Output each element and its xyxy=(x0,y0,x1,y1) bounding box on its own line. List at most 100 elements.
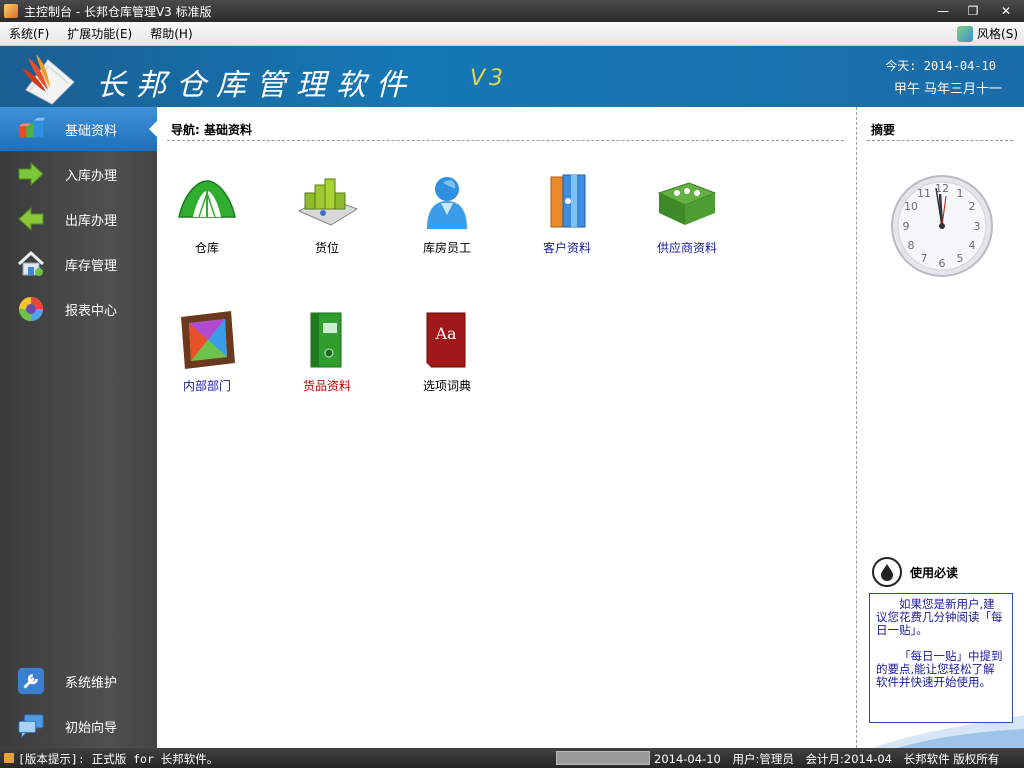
svg-text:8: 8 xyxy=(908,239,915,252)
tile-staff[interactable]: 库房员工 xyxy=(397,171,497,261)
close-icon: ✕ xyxy=(1000,4,1012,18)
divider xyxy=(167,140,844,141)
status-period: 会计月:2014-04 xyxy=(805,752,892,766)
sidebar-item-stock-out[interactable]: 出库办理 xyxy=(0,197,157,241)
sidebar-item-stock-in[interactable]: 入库办理 xyxy=(0,152,157,196)
minimize-button[interactable]: — xyxy=(928,0,958,22)
sidebar-item-reports[interactable]: 报表中心 xyxy=(0,287,157,331)
window-title: 主控制台 - 长邦仓库管理V3 标准版 xyxy=(24,4,212,19)
customer-icon xyxy=(550,174,586,228)
summary-panel: 摘要 12 1 2 345 678 9 10 11 使用必读 如果您是新用户,建议您花费… xyxy=(856,107,1024,748)
status-copyright: 长邦软件 版权所有 xyxy=(903,752,1000,766)
tile-customer[interactable]: 客户资料 xyxy=(517,171,617,261)
title-bar: 主控制台 - 长邦仓库管理V3 标准版 — ❐ ✕ xyxy=(0,0,1024,22)
page-title: 导航: 基础资料 xyxy=(171,123,252,137)
minimize-icon: — xyxy=(937,4,949,18)
dictionary-icon: Aa xyxy=(426,312,466,369)
tile-departments[interactable]: 内部部门 xyxy=(157,309,257,399)
arrow-left-icon xyxy=(17,205,45,233)
supplier-icon xyxy=(657,182,717,225)
tile-label: 库房员工 xyxy=(422,241,471,255)
status-user: 用户:管理员 xyxy=(732,752,794,766)
svg-text:3: 3 xyxy=(974,220,981,233)
svg-text:11: 11 xyxy=(917,187,931,200)
today-date: 今天: 2014-04-10 xyxy=(885,59,996,73)
clock-icon: 12 12 345 678 91011 xyxy=(891,175,993,277)
pie-icon xyxy=(17,295,45,323)
logo-icon xyxy=(22,54,75,105)
divider xyxy=(867,140,1013,141)
version-hint: [版本提示]: 正式版 for 长邦软件。 xyxy=(18,752,219,766)
tile-label: 供应商资料 xyxy=(656,241,717,255)
sidebar-item-label: 基础资料 xyxy=(65,123,118,139)
sidebar-item-label: 入库办理 xyxy=(65,168,118,184)
svg-text:4: 4 xyxy=(969,239,976,252)
app-icon xyxy=(4,4,18,18)
header-banner: 长邦仓库管理软件 V3 今天: 2014-04-10 甲午 马年三月十一 xyxy=(0,46,1024,107)
lunar-date: 甲午 马年三月十一 xyxy=(893,82,1002,97)
tile-location[interactable]: 货位 xyxy=(277,171,377,261)
menu-system[interactable]: 系统(F) xyxy=(0,25,58,42)
sidebar-item-basic-data[interactable]: 基础资料 xyxy=(0,107,157,151)
status-info: 2014-04-10 用户:管理员 会计月:2014-04 长邦软件 版权所有 xyxy=(654,751,1007,767)
tile-label: 仓库 xyxy=(194,241,219,255)
summary-title: 摘要 xyxy=(871,123,896,137)
sidebar: 基础资料 入库办理 出库办理 库存管理 报表中心 系统维护 初始向导 xyxy=(0,107,157,748)
departments-icon xyxy=(181,311,235,369)
style-icon xyxy=(957,25,974,42)
svg-text:9: 9 xyxy=(903,220,910,233)
progress-bar xyxy=(556,751,650,765)
version-label: V3 xyxy=(470,66,508,91)
must-read-paragraph: 「每日一贴」中提到的要点,能让您轻松了解软件并快速开始使用。 xyxy=(876,649,1003,689)
must-read-title: 使用必读 xyxy=(910,565,959,580)
main-content: 导航: 基础资料 仓库 货位 库房员工 客户资料 供应商资料 内部部门 货品资料… xyxy=(157,107,856,748)
sidebar-item-maintenance[interactable]: 系统维护 xyxy=(0,659,157,703)
binder-icon xyxy=(310,312,342,368)
sidebar-item-label: 系统维护 xyxy=(65,675,118,691)
menu-help[interactable]: 帮助(H) xyxy=(141,25,201,42)
brand-title: 长邦仓库管理软件 xyxy=(96,68,416,103)
status-bar: [版本提示]: 正式版 for 长邦软件。 2014-04-10 用户:管理员 … xyxy=(0,748,1024,768)
tile-label: 选项词典 xyxy=(422,379,471,393)
status-icon xyxy=(4,753,14,763)
svg-text:10: 10 xyxy=(904,200,918,213)
tile-supplier[interactable]: 供应商资料 xyxy=(637,171,737,261)
shelf-icon xyxy=(297,178,359,226)
wrench-icon xyxy=(17,667,45,695)
svg-text:Aa: Aa xyxy=(434,324,457,343)
tile-label: 货位 xyxy=(314,241,339,255)
sidebar-item-label: 初始向导 xyxy=(65,720,118,736)
sidebar-item-wizard[interactable]: 初始向导 xyxy=(0,704,157,748)
drop-icon xyxy=(872,557,902,587)
house-icon xyxy=(17,250,45,278)
tile-warehouse[interactable]: 仓库 xyxy=(157,171,257,261)
must-read-box: 如果您是新用户,建议您花费几分钟阅读「每日一贴」。 「每日一贴」中提到的要点,能… xyxy=(869,593,1013,723)
must-read-paragraph: 如果您是新用户,建议您花费几分钟阅读「每日一贴」。 xyxy=(876,597,1003,637)
style-button[interactable]: 风格(S) xyxy=(957,25,1018,42)
window-controls: — ❐ ✕ xyxy=(928,0,1024,22)
tile-label: 内部部门 xyxy=(182,379,231,393)
sidebar-item-inventory[interactable]: 库存管理 xyxy=(0,242,157,286)
person-icon xyxy=(427,177,467,229)
svg-text:5: 5 xyxy=(957,252,964,265)
close-button[interactable]: ✕ xyxy=(988,0,1024,22)
cubes-icon xyxy=(17,115,45,143)
svg-text:6: 6 xyxy=(939,257,946,270)
tile-goods[interactable]: 货品资料 xyxy=(277,309,377,399)
sidebar-item-label: 报表中心 xyxy=(65,303,118,319)
must-read-heading: 使用必读 xyxy=(872,557,958,587)
menu-extensions[interactable]: 扩展功能(E) xyxy=(58,25,141,42)
restore-button[interactable]: ❐ xyxy=(958,0,988,22)
restore-icon: ❐ xyxy=(967,4,979,18)
svg-text:7: 7 xyxy=(921,252,928,265)
tile-label: 货品资料 xyxy=(302,379,351,393)
svg-text:1: 1 xyxy=(957,187,964,200)
sidebar-item-label: 库存管理 xyxy=(65,258,118,274)
tile-label: 客户资料 xyxy=(542,241,591,255)
chat-icon xyxy=(17,712,45,740)
menu-bar: 系统(F) 扩展功能(E) 帮助(H) 风格(S) xyxy=(0,22,1024,46)
tile-dictionary[interactable]: Aa 选项词典 xyxy=(397,309,497,399)
arrow-right-icon xyxy=(17,160,45,188)
tent-icon xyxy=(178,180,236,218)
status-date: 2014-04-10 xyxy=(654,752,721,766)
